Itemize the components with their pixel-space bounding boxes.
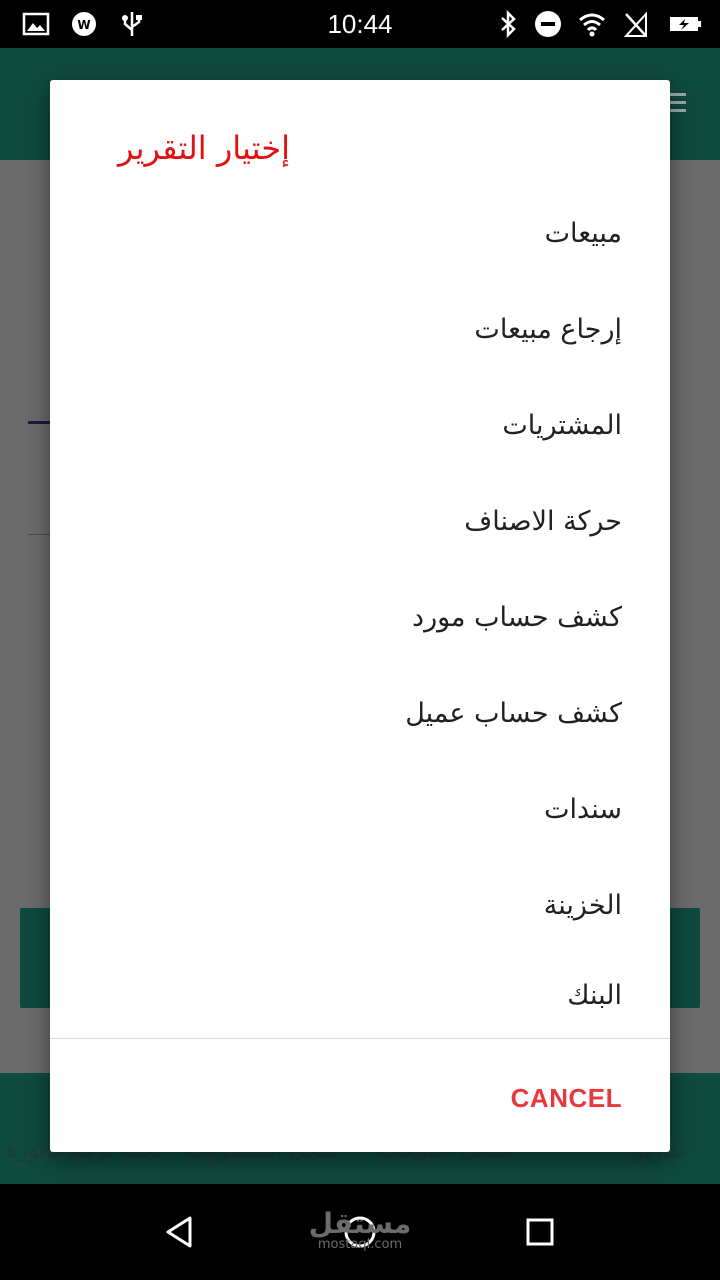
battery-charging-icon (670, 17, 701, 31)
watermark: مستقل mostaql.com (300, 1210, 420, 1252)
report-option-sales[interactable]: مبيعات (50, 186, 670, 282)
bluetooth-icon (501, 10, 516, 38)
report-option-bank[interactable]: البنك (50, 954, 670, 1038)
report-option-purchases[interactable]: المشتريات (50, 378, 670, 474)
report-picker-dialog: إختيار التقرير مبيعات إرجاع مبيعات المشت… (50, 80, 670, 1152)
status-bar: W 10:44 (0, 0, 720, 48)
cancel-button[interactable]: CANCEL (511, 1070, 622, 1126)
back-icon[interactable] (158, 1210, 202, 1254)
no-signal-icon (623, 11, 647, 37)
report-option-items-movement[interactable]: حركة الاصناف (50, 474, 670, 570)
dialog-title: إختيار التقرير (117, 129, 290, 167)
report-option-treasury[interactable]: الخزينة (50, 858, 670, 954)
background-line (28, 534, 52, 535)
report-option-customer-statement[interactable]: كشف حساب عميل (50, 666, 670, 762)
report-option-supplier-statement[interactable]: كشف حساب مورد (50, 570, 670, 666)
do-not-disturb-icon (535, 11, 561, 37)
recents-icon[interactable] (518, 1210, 562, 1254)
dialog-divider (50, 1038, 670, 1039)
background-line (28, 421, 52, 424)
watermark-domain: mostaql.com (317, 1237, 403, 1252)
wifi-icon (579, 13, 605, 37)
report-option-sales-returns[interactable]: إرجاع مبيعات (50, 282, 670, 378)
status-time: 10:44 (327, 9, 393, 39)
watermark-name: مستقل (308, 1207, 412, 1240)
report-option-vouchers[interactable]: سندات (50, 762, 670, 858)
